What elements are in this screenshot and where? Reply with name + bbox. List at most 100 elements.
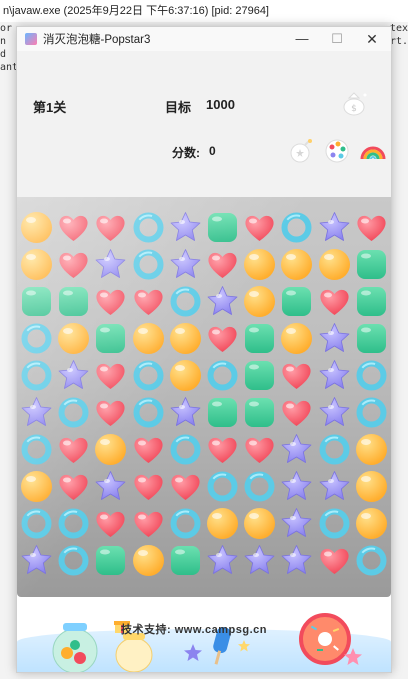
red-heart-bubble[interactable] [316, 542, 353, 579]
purple-star-bubble[interactable] [18, 542, 55, 579]
cyan-ring-bubble[interactable] [130, 394, 167, 431]
cyan-ring-bubble[interactable] [241, 468, 278, 505]
green-square-bubble[interactable] [241, 320, 278, 357]
red-heart-bubble[interactable] [316, 283, 353, 320]
cyan-ring-bubble[interactable] [130, 209, 167, 246]
red-heart-bubble[interactable] [204, 246, 241, 283]
orange-ball-bubble[interactable] [278, 320, 315, 357]
red-heart-bubble[interactable] [92, 357, 129, 394]
green-square-bubble[interactable] [353, 283, 390, 320]
cyan-ring-bubble[interactable] [204, 468, 241, 505]
red-heart-bubble[interactable] [92, 394, 129, 431]
red-heart-bubble[interactable] [55, 431, 92, 468]
cyan-ring-bubble[interactable] [204, 357, 241, 394]
cyan-ring-bubble[interactable] [55, 394, 92, 431]
window-titlebar[interactable]: 消灭泡泡糖-Popstar3 — ☐ ✕ [17, 27, 391, 51]
cyan-ring-bubble[interactable] [130, 357, 167, 394]
green-square-bubble[interactable] [204, 394, 241, 431]
green-square-bubble[interactable] [353, 320, 390, 357]
red-heart-bubble[interactable] [353, 209, 390, 246]
purple-star-bubble[interactable] [316, 320, 353, 357]
purple-star-bubble[interactable] [167, 246, 204, 283]
red-heart-bubble[interactable] [92, 283, 129, 320]
green-square-bubble[interactable] [241, 394, 278, 431]
bomb-icon[interactable] [287, 137, 315, 165]
red-heart-bubble[interactable] [204, 431, 241, 468]
orange-ball-bubble[interactable] [353, 431, 390, 468]
purple-star-bubble[interactable] [278, 542, 315, 579]
red-heart-bubble[interactable] [55, 209, 92, 246]
red-heart-bubble[interactable] [278, 394, 315, 431]
cyan-ring-bubble[interactable] [167, 283, 204, 320]
cyan-ring-bubble[interactable] [55, 542, 92, 579]
purple-star-bubble[interactable] [18, 394, 55, 431]
orange-ball-bubble[interactable] [353, 468, 390, 505]
red-heart-bubble[interactable] [130, 505, 167, 542]
green-square-bubble[interactable] [167, 542, 204, 579]
orange-ball-bubble[interactable] [55, 320, 92, 357]
purple-star-bubble[interactable] [241, 542, 278, 579]
orange-ball-bubble[interactable] [92, 431, 129, 468]
red-heart-bubble[interactable] [130, 283, 167, 320]
purple-star-bubble[interactable] [55, 357, 92, 394]
purple-star-bubble[interactable] [204, 283, 241, 320]
cyan-ring-bubble[interactable] [130, 246, 167, 283]
purple-star-bubble[interactable] [278, 431, 315, 468]
red-heart-bubble[interactable] [167, 468, 204, 505]
purple-star-bubble[interactable] [278, 505, 315, 542]
palette-icon[interactable] [323, 137, 351, 165]
orange-ball-bubble[interactable] [18, 468, 55, 505]
purple-star-bubble[interactable] [316, 468, 353, 505]
purple-star-bubble[interactable] [167, 209, 204, 246]
red-heart-bubble[interactable] [241, 209, 278, 246]
orange-ball-bubble[interactable] [278, 246, 315, 283]
red-heart-bubble[interactable] [92, 505, 129, 542]
red-heart-bubble[interactable] [92, 209, 129, 246]
cyan-ring-bubble[interactable] [18, 320, 55, 357]
orange-ball-bubble[interactable] [167, 357, 204, 394]
cyan-ring-bubble[interactable] [167, 431, 204, 468]
orange-ball-bubble[interactable] [353, 505, 390, 542]
orange-ball-bubble[interactable] [18, 209, 55, 246]
red-heart-bubble[interactable] [55, 246, 92, 283]
green-square-bubble[interactable] [353, 246, 390, 283]
purple-star-bubble[interactable] [92, 246, 129, 283]
orange-ball-bubble[interactable] [316, 246, 353, 283]
orange-ball-bubble[interactable] [167, 320, 204, 357]
orange-ball-bubble[interactable] [241, 505, 278, 542]
maximize-button[interactable]: ☐ [320, 27, 354, 51]
cyan-ring-bubble[interactable] [278, 209, 315, 246]
purple-star-bubble[interactable] [92, 468, 129, 505]
purple-star-bubble[interactable] [278, 468, 315, 505]
rainbow-icon[interactable] [359, 137, 387, 165]
cyan-ring-bubble[interactable] [353, 542, 390, 579]
money-bag-icon[interactable]: $ [341, 89, 369, 117]
cyan-ring-bubble[interactable] [316, 431, 353, 468]
orange-ball-bubble[interactable] [204, 505, 241, 542]
minimize-button[interactable]: — [285, 27, 319, 51]
red-heart-bubble[interactable] [204, 320, 241, 357]
cyan-ring-bubble[interactable] [18, 357, 55, 394]
orange-ball-bubble[interactable] [130, 542, 167, 579]
green-square-bubble[interactable] [241, 357, 278, 394]
purple-star-bubble[interactable] [316, 357, 353, 394]
green-square-bubble[interactable] [18, 283, 55, 320]
red-heart-bubble[interactable] [130, 468, 167, 505]
orange-ball-bubble[interactable] [241, 246, 278, 283]
red-heart-bubble[interactable] [55, 468, 92, 505]
close-button[interactable]: ✕ [355, 27, 389, 51]
green-square-bubble[interactable] [92, 320, 129, 357]
orange-ball-bubble[interactable] [130, 320, 167, 357]
green-square-bubble[interactable] [204, 209, 241, 246]
red-heart-bubble[interactable] [241, 431, 278, 468]
purple-star-bubble[interactable] [316, 209, 353, 246]
red-heart-bubble[interactable] [130, 431, 167, 468]
orange-ball-bubble[interactable] [241, 283, 278, 320]
green-square-bubble[interactable] [55, 283, 92, 320]
purple-star-bubble[interactable] [316, 394, 353, 431]
cyan-ring-bubble[interactable] [18, 431, 55, 468]
red-heart-bubble[interactable] [278, 357, 315, 394]
cyan-ring-bubble[interactable] [353, 357, 390, 394]
green-square-bubble[interactable] [92, 542, 129, 579]
cyan-ring-bubble[interactable] [55, 505, 92, 542]
